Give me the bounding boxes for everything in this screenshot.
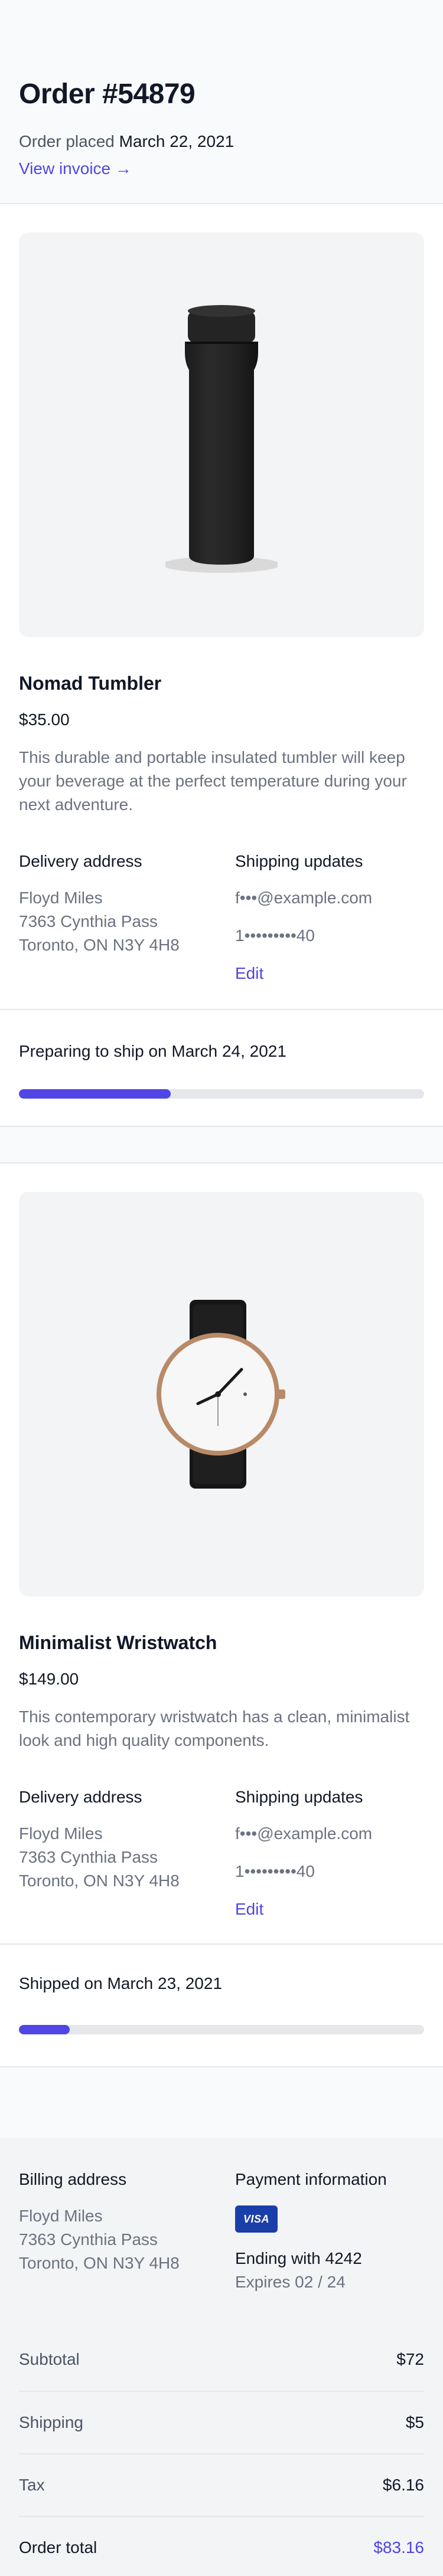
delivery-address: Delivery address Floyd Miles 7363 Cynthi… <box>19 850 235 985</box>
address-block: Floyd Miles 7363 Cynthia Pass Toronto, O… <box>19 886 235 957</box>
address-city: Toronto, ON N3Y 4H8 <box>19 1872 180 1890</box>
product-name: Nomad Tumbler <box>19 673 162 694</box>
delivery-address: Delivery address Floyd Miles 7363 Cynthi… <box>19 1785 235 1921</box>
address-block: Floyd Miles 7363 Cynthia Pass Toronto, O… <box>19 1822 235 1893</box>
address-name: Floyd Miles <box>19 889 103 907</box>
tumbler-icon <box>165 305 278 573</box>
total-value: $83.16 <box>373 2538 424 2557</box>
order-header: Order #54879 Order placed March 22, 2021… <box>0 0 443 203</box>
billing-street: 7363 Cynthia Pass <box>19 2230 158 2249</box>
total-label: Subtotal <box>19 2350 80 2368</box>
billing-city: Toronto, ON N3Y 4H8 <box>19 2254 180 2272</box>
address-city: Toronto, ON N3Y 4H8 <box>19 936 180 954</box>
tax-row: Tax $6.16 <box>19 2453 424 2516</box>
shipping-updates: Shipping updates f•••@example.com 1•••••… <box>235 1785 424 1921</box>
address-street: 7363 Cynthia Pass <box>19 912 158 930</box>
billing-name: Floyd Miles <box>19 2207 103 2225</box>
progress-bar <box>19 2025 424 2034</box>
shipping-updates: Shipping updates f•••@example.com 1•••••… <box>235 850 424 985</box>
total-value: $72 <box>396 2350 424 2368</box>
order-summary: Billing address Floyd Miles 7363 Cynthia… <box>0 2138 443 2576</box>
payment-information-heading: Payment information <box>235 2170 387 2188</box>
product-card: Minimalist Wristwatch $149.00 This conte… <box>0 1162 443 2067</box>
product-card: Nomad Tumbler $35.00 This durable and po… <box>0 203 443 1127</box>
delivery-address-heading: Delivery address <box>19 1788 142 1806</box>
product-price: $149.00 <box>19 1670 79 1688</box>
shipping-status: Shipped on March 23, 2021 <box>0 1944 443 2069</box>
product-details: Delivery address Floyd Miles 7363 Cynthi… <box>19 850 424 985</box>
order-placed-line: Order placed March 22, 2021 <box>19 130 424 153</box>
shipping-email: f•••@example.com <box>235 889 373 907</box>
shipping-email: f•••@example.com <box>235 1824 373 1843</box>
order-total-row: Order total $83.16 <box>19 2516 424 2576</box>
billing-address-heading: Billing address <box>19 2170 127 2188</box>
order-placed-label: Order placed <box>19 132 115 150</box>
edit-shipping-button[interactable]: Edit <box>235 962 263 985</box>
address-street: 7363 Cynthia Pass <box>19 1848 158 1866</box>
product-description: This durable and portable insulated tumb… <box>19 748 407 814</box>
product-details: Delivery address Floyd Miles 7363 Cynthi… <box>19 1785 424 1921</box>
address-name: Floyd Miles <box>19 1824 103 1843</box>
progress-fill <box>19 1089 171 1099</box>
total-value: $6.16 <box>382 2476 424 2494</box>
payment-information: Payment information VISA Ending with 424… <box>235 2168 424 2294</box>
order-details-page: Order #54879 Order placed March 22, 2021… <box>0 0 443 2576</box>
shipping-status: Preparing to ship on March 24, 2021 <box>0 1009 443 1128</box>
total-label: Shipping <box>19 2413 83 2431</box>
order-placed-date: March 22, 2021 <box>119 132 234 150</box>
total-label: Order total <box>19 2538 97 2557</box>
product-description: This contemporary wristwatch has a clean… <box>19 1707 410 1749</box>
product-price: $35.00 <box>19 710 70 729</box>
billing-address-block: Floyd Miles 7363 Cynthia Pass Toronto, O… <box>19 2204 235 2275</box>
shipping-status-text: Preparing to ship on March 24, 2021 <box>19 1042 286 1060</box>
product-name: Minimalist Wristwatch <box>19 1632 217 1653</box>
order-totals: Subtotal $72 Shipping $5 Tax $6.16 Order… <box>19 2328 424 2576</box>
delivery-address-heading: Delivery address <box>19 852 142 870</box>
progress-bar <box>19 1089 424 1099</box>
shipping-row: Shipping $5 <box>19 2391 424 2453</box>
view-invoice-link[interactable]: View invoice → <box>19 157 132 181</box>
wristwatch-icon <box>157 1300 285 1489</box>
edit-shipping-button[interactable]: Edit <box>235 1897 263 1921</box>
subtotal-row: Subtotal $72 <box>19 2328 424 2391</box>
total-value: $5 <box>405 2413 424 2431</box>
page-title: Order #54879 <box>19 78 196 110</box>
progress-fill <box>19 2025 70 2034</box>
billing-address: Billing address Floyd Miles 7363 Cynthia… <box>19 2168 235 2294</box>
shipping-updates-heading: Shipping updates <box>235 852 363 870</box>
total-label: Tax <box>19 2476 45 2494</box>
shipping-phone: 1•••••••••40 <box>235 1862 315 1880</box>
product-image-wristwatch <box>19 1192 424 1597</box>
visa-card-icon: VISA <box>235 2205 278 2233</box>
card-ending: Ending with 4242 <box>235 2249 362 2267</box>
product-image-tumbler <box>19 232 424 637</box>
shipping-phone: 1•••••••••40 <box>235 926 315 945</box>
shipping-updates-heading: Shipping updates <box>235 1788 363 1806</box>
shipping-status-text: Shipped on March 23, 2021 <box>19 1974 223 1992</box>
card-expires: Expires 02 / 24 <box>235 2273 346 2291</box>
